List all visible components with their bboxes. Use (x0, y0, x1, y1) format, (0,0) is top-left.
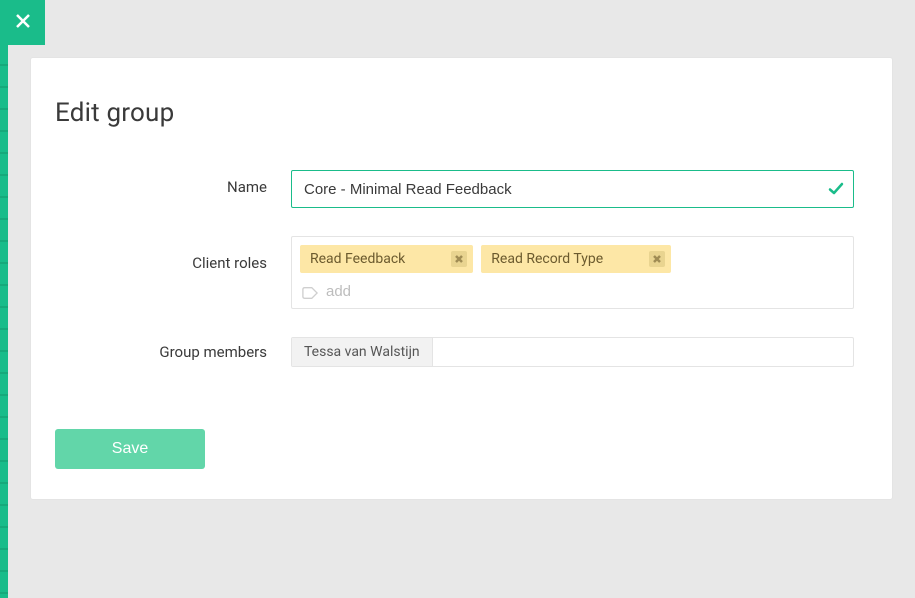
client-roles-label: Client roles (53, 236, 291, 272)
group-member-chip: Tessa van Walstijn (292, 338, 433, 366)
group-members-box[interactable]: Tessa van Walstijn (291, 337, 854, 367)
client-role-label: Read Record Type (491, 251, 603, 267)
client-role-tag: Read Feedback (300, 245, 473, 273)
add-role-input[interactable] (326, 283, 845, 300)
form-row-group-members: Group members Tessa van Walstijn (53, 337, 854, 367)
x-icon (653, 251, 661, 267)
remove-role-button[interactable] (649, 251, 665, 267)
sidebar-stripe (0, 0, 8, 598)
edit-group-card: Edit group Name Client roles Read Feedba… (30, 57, 893, 500)
client-roles-box[interactable]: Read Feedback Read Record Type (291, 236, 854, 309)
remove-role-button[interactable] (451, 251, 467, 267)
page-title: Edit group (55, 98, 854, 128)
close-icon (15, 13, 31, 33)
form-row-name: Name (53, 170, 854, 208)
x-icon (455, 251, 463, 267)
save-button[interactable]: Save (55, 429, 205, 469)
client-role-tag: Read Record Type (481, 245, 671, 273)
tag-icon (302, 285, 318, 299)
form-row-client-roles: Client roles Read Feedback Read Record T… (53, 236, 854, 309)
name-input[interactable] (291, 170, 854, 208)
group-members-label: Group members (53, 337, 291, 361)
name-label: Name (53, 170, 291, 196)
group-member-name: Tessa van Walstijn (304, 344, 420, 360)
close-button[interactable] (0, 0, 45, 45)
client-role-label: Read Feedback (310, 251, 405, 267)
group-members-input[interactable] (433, 338, 853, 366)
